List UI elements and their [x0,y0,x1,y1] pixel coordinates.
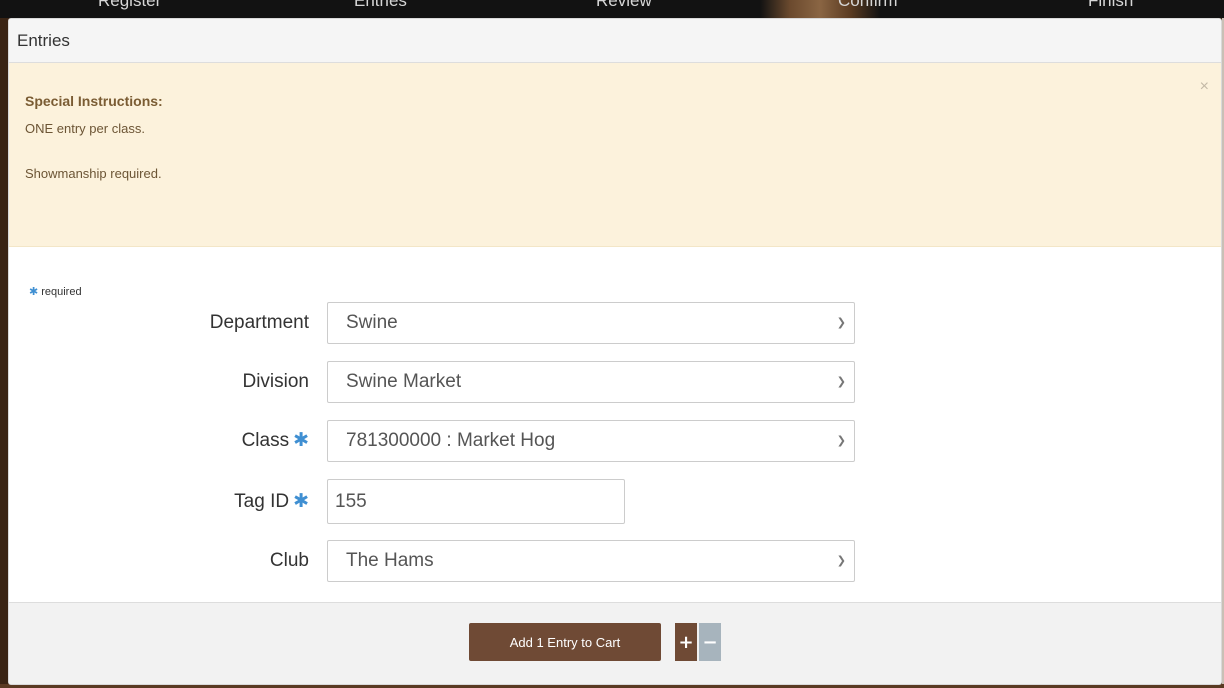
class-select[interactable]: 781300000 : Market Hog ❯ [327,420,855,462]
panel-title: Entries [17,30,70,50]
asterisk-icon: ✱ [29,286,39,298]
required-note: ✱ required [29,285,82,299]
wizard-step-review[interactable]: Review [596,0,652,11]
club-select[interactable]: The Hams ❯ [327,540,855,582]
wizard-step-bar: Register Entries Review Confirm Finish [0,0,1224,18]
division-row: Division Swine Market ❯ [9,361,1209,403]
wizard-step-confirm[interactable]: Confirm [838,0,898,11]
close-icon[interactable]: × [1200,79,1209,95]
class-label: Class [241,430,290,451]
chevron-down-icon: ❯ [836,555,846,567]
division-label: Division [242,371,309,392]
wizard-step-finish[interactable]: Finish [1088,0,1133,11]
entries-panel: Entries Special Instructions: ONE entry … [8,18,1222,685]
instruction-line: Showmanship required. [25,166,162,181]
department-label: Department [209,312,309,333]
chevron-down-icon: ❯ [836,317,846,329]
wizard-step-entries[interactable]: Entries [354,0,407,11]
entry-form: ✱ required Department Swine ❯ Division S… [9,247,1221,602]
club-row: Club The Hams ❯ [9,540,1209,582]
wizard-step-register[interactable]: Register [98,0,161,11]
tag-id-row: Tag ID ✱ [9,479,1209,524]
club-value: The Hams [346,550,434,571]
tag-id-label: Tag ID [234,491,290,512]
panel-header: Entries [9,19,1221,63]
department-row: Department Swine ❯ [9,302,1209,344]
required-note-label: required [41,285,82,298]
division-value: Swine Market [346,371,462,392]
tag-id-input[interactable] [327,479,625,524]
chevron-down-icon: ❯ [836,376,846,388]
decrement-button[interactable]: − [699,623,721,661]
instruction-line: ONE entry per class. [25,121,145,136]
class-row: Class ✱ 781300000 : Market Hog ❯ [9,420,1209,462]
class-label-wrap: Class ✱ [242,420,309,462]
chevron-down-icon: ❯ [836,435,846,447]
division-select[interactable]: Swine Market ❯ [327,361,855,403]
required-asterisk-icon: ✱ [293,430,309,451]
class-value: 781300000 : Market Hog [346,430,556,451]
panel-footer: Add 1 Entry to Cart + − [9,602,1221,684]
special-instructions-alert: Special Instructions: ONE entry per clas… [9,63,1221,247]
add-to-cart-button[interactable]: Add 1 Entry to Cart [469,623,661,661]
required-asterisk-icon: ✱ [293,491,309,512]
club-label: Club [269,550,309,571]
increment-button[interactable]: + [675,623,697,661]
department-value: Swine [346,312,398,333]
department-select[interactable]: Swine ❯ [327,302,855,344]
alert-title: Special Instructions: [25,93,163,109]
tag-id-label-wrap: Tag ID ✱ [234,479,309,524]
